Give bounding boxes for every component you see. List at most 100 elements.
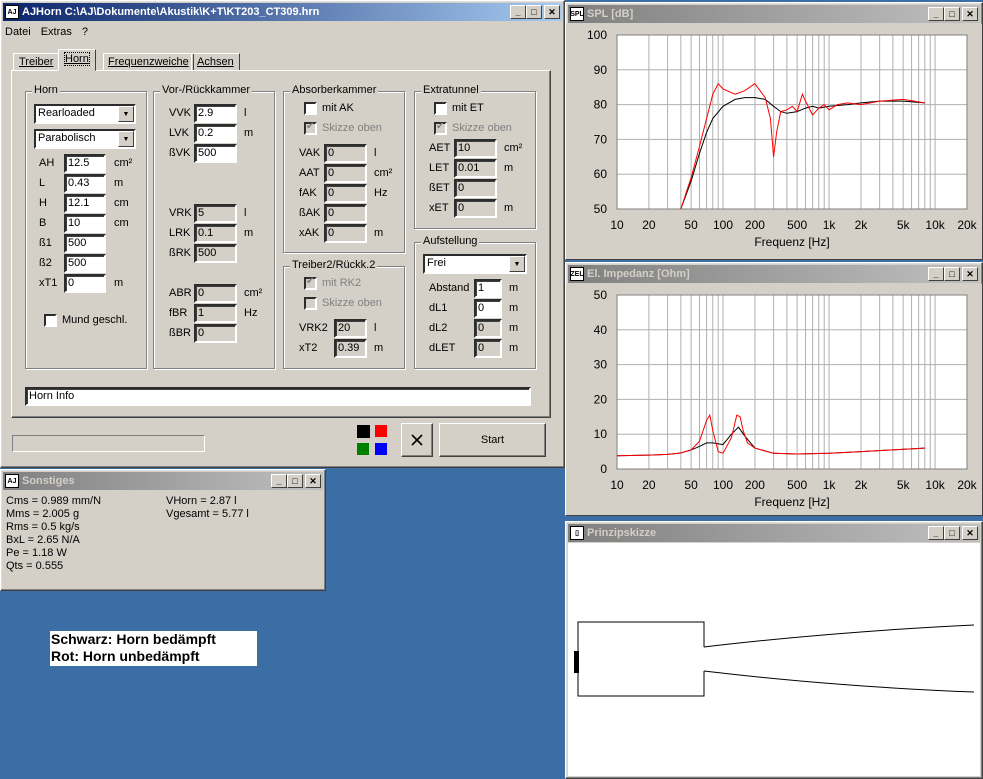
tab-treiber[interactable]: Treiber bbox=[13, 53, 60, 71]
tab-horn[interactable]: Horn bbox=[58, 49, 96, 71]
dropdown-arrow-icon[interactable]: ▼ bbox=[118, 131, 134, 147]
param-input[interactable]: 10 bbox=[64, 214, 106, 233]
rk2-skizze-checkbox[interactable] bbox=[304, 297, 317, 310]
param-label: ßVK bbox=[169, 147, 191, 159]
param-input[interactable]: 10 bbox=[454, 139, 497, 158]
param-input[interactable]: 0.2 bbox=[194, 124, 237, 143]
minimize-button[interactable]: _ bbox=[928, 526, 944, 540]
param-input[interactable]: 2.9 bbox=[194, 104, 237, 123]
y-tick-label: 0 bbox=[600, 462, 607, 476]
spl-titlebar[interactable]: SPL SPL [dB] _ □ ✕ bbox=[568, 5, 980, 23]
param-input[interactable]: 0 bbox=[194, 284, 237, 303]
legend-note: Schwarz: Horn bedämpft Rot: Horn unbedäm… bbox=[50, 631, 257, 666]
param-label: ß1 bbox=[39, 237, 52, 249]
tab-achsen[interactable]: Achsen bbox=[191, 53, 240, 71]
mit-et-checkbox[interactable] bbox=[434, 102, 447, 115]
color-black[interactable] bbox=[357, 425, 370, 438]
et-skizze-checkbox[interactable]: ✔ bbox=[434, 121, 447, 135]
close-button[interactable]: ✕ bbox=[962, 267, 978, 281]
param-input[interactable]: 0 bbox=[474, 299, 502, 318]
param-input[interactable]: 20 bbox=[334, 319, 367, 338]
mund-geschl-checkbox[interactable] bbox=[44, 314, 57, 327]
dropdown-arrow-icon[interactable]: ▼ bbox=[509, 256, 525, 272]
x-tick-label: 10 bbox=[610, 218, 624, 232]
close-button[interactable]: ✕ bbox=[962, 7, 978, 21]
param-input[interactable]: 500 bbox=[64, 234, 106, 253]
param-input[interactable]: 0 bbox=[454, 179, 497, 198]
param-input[interactable]: 0 bbox=[454, 199, 497, 218]
y-tick-label: 50 bbox=[594, 202, 608, 216]
minimize-button[interactable]: _ bbox=[928, 267, 944, 281]
param-input[interactable]: 0.43 bbox=[64, 174, 106, 193]
param-input[interactable]: 0.39 bbox=[334, 339, 367, 358]
horn-info-field[interactable]: Horn Info bbox=[25, 387, 531, 406]
close-button[interactable]: ✕ bbox=[962, 526, 978, 540]
y-tick-label: 20 bbox=[594, 392, 608, 406]
aufstellung-select[interactable]: Frei ▼ bbox=[423, 254, 527, 274]
param-input[interactable]: 0.1 bbox=[194, 224, 237, 243]
menubar: Datei Extras ? bbox=[1, 23, 564, 41]
x-tick-label: 200 bbox=[745, 478, 765, 492]
param-input[interactable]: 0 bbox=[324, 224, 367, 243]
param-value: 0 bbox=[478, 322, 485, 334]
param-value: 0.01 bbox=[458, 162, 480, 174]
mit-rk2-checkbox[interactable]: ✔ bbox=[304, 276, 317, 290]
start-button[interactable]: Start bbox=[439, 423, 546, 457]
maximize-button[interactable]: □ bbox=[944, 7, 960, 21]
param-input[interactable]: 500 bbox=[194, 244, 237, 263]
param-input[interactable]: 0 bbox=[324, 184, 367, 203]
param-input[interactable]: 1 bbox=[474, 279, 502, 298]
close-button[interactable]: ✕ bbox=[305, 474, 321, 488]
x-tick-label: 500 bbox=[787, 218, 807, 232]
param-input[interactable]: 5 bbox=[194, 204, 237, 223]
maximize-button[interactable]: □ bbox=[287, 474, 303, 488]
param-input[interactable]: 0 bbox=[194, 324, 237, 343]
param-input[interactable]: 0.01 bbox=[454, 159, 497, 178]
menu-extras[interactable]: Extras bbox=[41, 26, 72, 38]
ak-skizze-checkbox[interactable]: ✔ bbox=[304, 121, 317, 135]
y-tick-label: 40 bbox=[594, 323, 608, 337]
close-button[interactable]: ✕ bbox=[544, 5, 560, 19]
sonstiges-titlebar[interactable]: AJ Sonstiges _ □ ✕ bbox=[3, 472, 323, 490]
clear-button[interactable] bbox=[401, 423, 433, 457]
spl-chart: 50 60 70 80 90 100 10 20 50 100 200 500 1k 2k 5k 10k 20k… bbox=[566, 24, 982, 259]
param-input[interactable]: 0 bbox=[324, 144, 367, 163]
minimize-button[interactable]: _ bbox=[271, 474, 287, 488]
param-value: 12.1 bbox=[68, 197, 90, 209]
maximize-button[interactable]: □ bbox=[526, 5, 542, 19]
param-cms: Cms = 0.989 mm/N bbox=[6, 495, 102, 507]
dropdown-arrow-icon[interactable]: ▼ bbox=[118, 106, 134, 122]
param-bxl: BxL = 2.65 N/A bbox=[6, 534, 80, 546]
horn-sketch bbox=[568, 543, 980, 776]
x-tick-label: 20 bbox=[642, 218, 656, 232]
check-icon: ✔ bbox=[306, 276, 315, 287]
maximize-button[interactable]: □ bbox=[944, 267, 960, 281]
param-input[interactable]: 0 bbox=[474, 319, 502, 338]
menu-datei[interactable]: Datei bbox=[5, 26, 31, 38]
param-input[interactable]: 0 bbox=[324, 204, 367, 223]
skizze-titlebar[interactable]: ▯ Prinzipskizze _ □ ✕ bbox=[568, 524, 980, 542]
param-input[interactable]: 12.1 bbox=[64, 194, 106, 213]
main-titlebar[interactable]: AJ AJHorn C:\AJ\Dokumente\Akustik\K+T\KT… bbox=[3, 3, 562, 21]
param-input[interactable]: 0 bbox=[474, 339, 502, 358]
color-green[interactable] bbox=[357, 443, 369, 455]
tab-frequenzweiche[interactable]: Frequenzweiche bbox=[103, 53, 194, 71]
param-input[interactable]: 12.5 bbox=[64, 154, 106, 173]
param-input[interactable]: 500 bbox=[64, 254, 106, 273]
color-blue[interactable] bbox=[375, 443, 387, 455]
minimize-button[interactable]: _ bbox=[928, 7, 944, 21]
param-input[interactable]: 500 bbox=[194, 144, 237, 163]
param-input[interactable]: 1 bbox=[194, 304, 237, 323]
maximize-button[interactable]: □ bbox=[944, 526, 960, 540]
horn-profile-select[interactable]: Parabolisch ▼ bbox=[34, 129, 136, 149]
impedance-titlebar[interactable]: ZEL El. Impedanz [Ohm] _ □ ✕ bbox=[568, 265, 980, 283]
param-unit: l bbox=[374, 322, 377, 334]
minimize-button[interactable]: _ bbox=[510, 5, 526, 19]
menu-help[interactable]: ? bbox=[82, 26, 88, 38]
param-input[interactable]: 0 bbox=[64, 274, 106, 293]
horn-type-select[interactable]: Rearloaded ▼ bbox=[34, 104, 136, 124]
color-red[interactable] bbox=[375, 425, 387, 437]
mit-ak-checkbox[interactable] bbox=[304, 102, 317, 115]
param-input[interactable]: 0 bbox=[324, 164, 367, 183]
param-label: LVK bbox=[169, 127, 189, 139]
